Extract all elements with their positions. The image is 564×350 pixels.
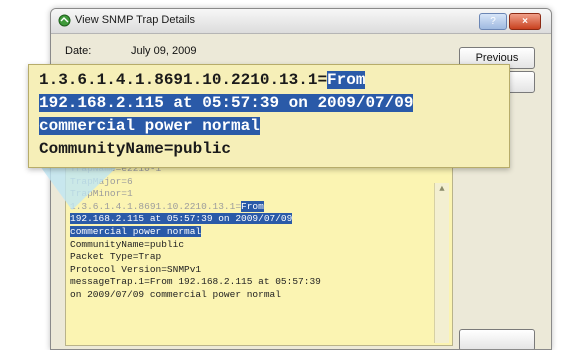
- callout-line: commercial power normal: [39, 115, 413, 138]
- callout-line: 192.168.2.115 at 05:57:39 on 2009/07/09: [39, 92, 414, 115]
- magnified-callout: 1.3.6.1.4.1.8691.10.2210.13.1=From 192.1…: [28, 64, 510, 168]
- callout-line: CommunityName=public: [39, 138, 413, 161]
- bottom-button[interactable]: [459, 329, 535, 349]
- callout-selected-text: 192.168.2.115 at 05:57:39 on 2009/07/09: [39, 94, 414, 112]
- callout-line: 1.3.6.1.4.1.8691.10.2210.13.1=From: [39, 69, 413, 92]
- callout-selected-text: commercial power normal: [39, 117, 260, 135]
- callout-selected-text: From: [327, 71, 366, 89]
- callout-community: CommunityName=public: [39, 140, 232, 158]
- callout-oid: 1.3.6.1.4.1.8691.10.2210.13.1=: [39, 71, 328, 89]
